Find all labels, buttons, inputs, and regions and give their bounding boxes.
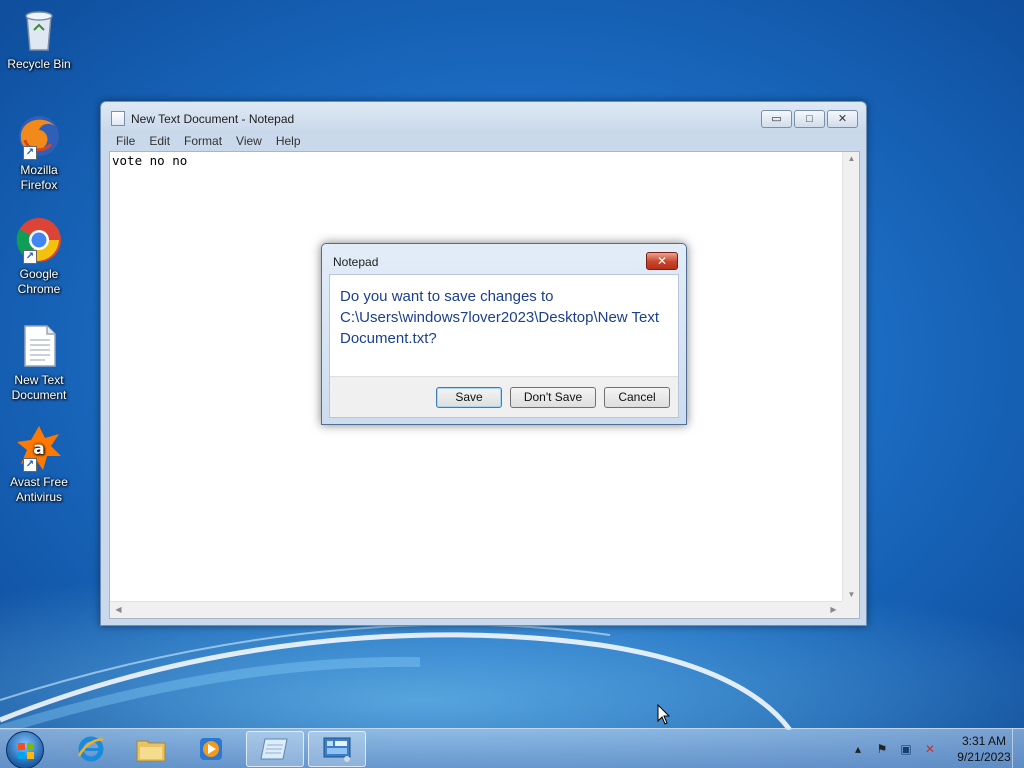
file-explorer-icon	[136, 740, 166, 762]
dialog-message: Do you want to save changes to C:\Users\…	[340, 288, 660, 347]
avast-icon: a ↗	[15, 424, 63, 472]
shortcut-arrow-icon: ↗	[23, 250, 37, 264]
scroll-left-arrow-icon[interactable]: ◀	[110, 605, 127, 614]
dialog-close-button[interactable]: ✕	[646, 252, 678, 270]
save-changes-dialog[interactable]: Notepad ✕ Do you want to save changes to…	[321, 243, 687, 425]
minimize-button[interactable]: ▭	[761, 110, 792, 128]
recycle-bin-icon	[15, 6, 63, 54]
scroll-up-arrow-icon[interactable]: ▲	[843, 154, 860, 163]
menu-edit[interactable]: Edit	[142, 132, 177, 151]
notepad-icon	[260, 738, 288, 760]
menu-file[interactable]: File	[109, 132, 142, 151]
svg-text:a: a	[33, 439, 44, 459]
maximize-button[interactable]: □	[794, 110, 825, 128]
taskbar-notepad[interactable]	[246, 731, 304, 767]
dialog-footer: Save Don't Save Cancel	[330, 376, 678, 417]
taskbar-control-panel[interactable]	[308, 731, 366, 767]
notepad-app-icon	[111, 111, 125, 126]
editor-content[interactable]: vote no no	[112, 153, 187, 168]
window-title: New Text Document - Notepad	[131, 112, 295, 126]
window-controls: ▭ □ ✕	[761, 110, 858, 128]
shortcut-arrow-icon: ↗	[23, 458, 37, 472]
resize-grip[interactable]	[842, 601, 859, 618]
menu-view[interactable]: View	[229, 132, 269, 151]
dialog-body: Do you want to save changes to C:\Users\…	[329, 274, 679, 418]
show-hidden-icons-icon[interactable]: ▴	[850, 741, 866, 757]
internet-explorer-icon	[77, 736, 104, 762]
desktop-icon-avast[interactable]: a ↗ Avast Free Antivirus	[4, 424, 74, 505]
dont-save-button[interactable]: Don't Save	[510, 387, 596, 408]
menu-help[interactable]: Help	[269, 132, 308, 151]
taskbar-file-explorer[interactable]	[122, 731, 180, 767]
clock[interactable]: 3:31 AM 9/21/2023	[954, 733, 1014, 765]
action-center-flag-icon[interactable]: ⚑	[874, 741, 890, 757]
desktop-icon-chrome[interactable]: ↗ Google Chrome	[4, 216, 74, 297]
firefox-icon: ↗	[15, 112, 63, 160]
desktop-icon-firefox[interactable]: ↗ Mozilla Firefox	[4, 112, 74, 193]
volume-muted-icon[interactable]: ✕	[922, 741, 938, 757]
network-icon[interactable]: ▣	[898, 741, 914, 757]
taskbar-media-player[interactable]	[182, 731, 240, 767]
show-desktop-button[interactable]	[1012, 729, 1024, 768]
dialog-title: Notepad	[333, 255, 379, 269]
shortcut-arrow-icon: ↗	[23, 146, 37, 160]
desktop-icon-new-text-document[interactable]: New Text Document	[4, 322, 74, 403]
mouse-cursor-icon	[657, 704, 671, 725]
windows-logo-icon	[18, 743, 34, 759]
clock-date: 9/21/2023	[957, 750, 1011, 764]
clock-time: 3:31 AM	[961, 734, 1007, 748]
start-button[interactable]	[6, 731, 44, 768]
control-panel-icon	[323, 737, 351, 762]
scroll-right-arrow-icon[interactable]: ▶	[825, 605, 842, 614]
menu-format[interactable]: Format	[177, 132, 229, 151]
media-player-icon	[200, 738, 222, 760]
menu-bar: File Edit Format View Help	[109, 132, 858, 151]
taskbar-internet-explorer[interactable]	[62, 731, 120, 767]
horizontal-scrollbar[interactable]: ◀ ▶	[110, 601, 842, 618]
desktop-icon-label: New Text Document	[11, 373, 67, 402]
save-button[interactable]: Save	[436, 387, 502, 408]
cancel-button[interactable]: Cancel	[604, 387, 670, 408]
desktop-icon-recycle-bin[interactable]: Recycle Bin	[4, 6, 74, 72]
desktop-icon-label: Avast Free Antivirus	[10, 475, 68, 504]
close-button[interactable]: ✕	[827, 110, 858, 128]
desktop-icon-label: Recycle Bin	[7, 57, 71, 71]
desktop-icon-label: Google Chrome	[17, 267, 61, 296]
vertical-scrollbar[interactable]: ▲ ▼	[842, 152, 859, 601]
text-file-icon	[15, 322, 63, 370]
scroll-down-arrow-icon[interactable]: ▼	[843, 590, 860, 599]
chrome-icon: ↗	[15, 216, 63, 264]
system-tray: ▴ ⚑ ▣ ✕ 3:31 AM 9/21/2023	[846, 729, 1014, 768]
desktop-icon-label: Mozilla Firefox	[20, 163, 58, 192]
taskbar: ▴ ⚑ ▣ ✕ 3:31 AM 9/21/2023	[0, 728, 1024, 768]
